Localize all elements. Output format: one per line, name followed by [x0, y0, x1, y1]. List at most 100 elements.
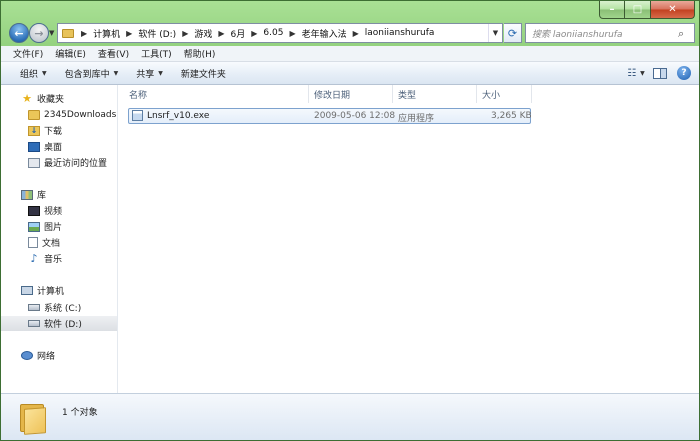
chevron-right-icon[interactable]: ▶	[78, 29, 90, 38]
include-in-library-label: 包含到库中	[64, 69, 110, 80]
chevron-right-icon[interactable]: ▶	[350, 29, 362, 38]
breadcrumb-605[interactable]: 6.05	[260, 28, 286, 38]
file-list-pane[interactable]: 名称 修改日期 类型 大小 Lnsrf_v10.exe 2009-05-06 1…	[119, 85, 699, 393]
folder-icon	[28, 109, 40, 120]
nav-item-recent-places[interactable]: 最近访问的位置	[1, 155, 117, 170]
nav-item-label: 系统 (C:)	[44, 304, 82, 314]
nav-item-documents[interactable]: 文档	[1, 235, 117, 250]
nav-item-videos[interactable]: 视频	[1, 203, 117, 218]
item-count: 1 个对象	[62, 408, 98, 418]
maximize-icon: □	[632, 4, 643, 15]
file-size: 3,265 KB	[491, 111, 532, 121]
file-modified-date: 2009-05-06 12:08	[314, 111, 396, 121]
breadcrumb-computer[interactable]: 计算机	[90, 27, 123, 40]
view-options-button[interactable]: ☷ ▼	[627, 65, 645, 81]
chevron-down-icon: ▼	[158, 69, 163, 77]
preview-pane-icon	[653, 67, 667, 79]
address-history-dropdown[interactable]: ▼	[488, 24, 502, 42]
menu-edit[interactable]: 编辑(E)	[49, 47, 92, 60]
recent-pages-dropdown[interactable]: ▼	[49, 29, 57, 37]
column-header-label: 修改日期	[314, 90, 351, 101]
file-name: Lnsrf_v10.exe	[147, 111, 210, 121]
organize-button[interactable]: 组织 ▼	[11, 67, 56, 80]
nav-item-label: 音乐	[44, 255, 63, 265]
chevron-down-icon: ▼	[49, 29, 55, 37]
search-icon[interactable]: ⌕	[678, 27, 690, 40]
hard-drive-icon	[28, 304, 40, 311]
column-header-label: 大小	[482, 90, 501, 101]
network-icon	[21, 351, 33, 360]
organize-label: 组织	[20, 69, 39, 80]
breadcrumb-games[interactable]: 游戏	[191, 27, 215, 40]
hard-drive-icon	[28, 320, 40, 327]
address-bar[interactable]: ▶ 计算机 ▶ 软件 (D:) ▶ 游戏 ▶ 6月 ▶ 6.05 ▶ 老年输入法…	[57, 23, 503, 43]
nav-favorites-label: 收藏夹	[37, 95, 65, 105]
nav-network-label: 网络	[37, 352, 56, 362]
nav-network[interactable]: 网络	[1, 348, 117, 363]
share-label: 共享	[136, 69, 155, 80]
menu-tools[interactable]: 工具(T)	[135, 47, 178, 60]
video-icon	[28, 205, 40, 216]
chevron-right-icon[interactable]: ▶	[179, 29, 191, 38]
column-header-date-modified[interactable]: 修改日期	[309, 85, 393, 103]
chevron-right-icon[interactable]: ▶	[215, 29, 227, 38]
column-header-name[interactable]: 名称	[124, 85, 309, 103]
menu-file[interactable]: 文件(F)	[7, 47, 49, 60]
file-row[interactable]: Lnsrf_v10.exe 2009-05-06 12:08 应用程序 3,26…	[128, 108, 532, 124]
breadcrumb-june[interactable]: 6月	[228, 27, 249, 40]
menu-view[interactable]: 查看(V)	[92, 47, 135, 60]
help-button[interactable]: ?	[675, 65, 693, 81]
include-in-library-button[interactable]: 包含到库中 ▼	[56, 67, 128, 80]
forward-button[interactable]: →	[29, 23, 49, 43]
search-input[interactable]: 搜索 laoniianshurufa ⌕	[525, 23, 695, 43]
chevron-right-icon[interactable]: ▶	[286, 29, 298, 38]
preview-pane-button[interactable]	[651, 65, 669, 81]
title-bar: – □ ✕	[1, 1, 699, 23]
column-header-type[interactable]: 类型	[393, 85, 477, 103]
nav-item-drive-d[interactable]: 软件 (D:)	[1, 316, 117, 331]
back-button[interactable]: ←	[9, 23, 29, 43]
details-pane: 1 个对象	[1, 393, 699, 440]
maximize-button[interactable]: □	[625, 1, 651, 19]
nav-item-drive-c[interactable]: 系统 (C:)	[1, 300, 117, 315]
search-placeholder: 搜索 laoniianshurufa	[532, 29, 623, 40]
nav-item-downloads[interactable]: ↓ 下载	[1, 123, 117, 138]
share-button[interactable]: 共享 ▼	[127, 67, 172, 80]
chevron-right-icon[interactable]: ▶	[248, 29, 260, 38]
recent-places-icon	[28, 157, 40, 168]
column-header-label: 类型	[398, 90, 417, 101]
nav-item-desktop[interactable]: 桌面	[1, 139, 117, 154]
nav-item-2345downloads[interactable]: 2345Downloads	[1, 107, 117, 122]
nav-favorites[interactable]: ★ 收藏夹	[1, 91, 117, 106]
chevron-down-icon: ▼	[42, 69, 47, 77]
nav-computer[interactable]: 计算机	[1, 283, 117, 298]
breadcrumb-current-folder[interactable]: laoniianshurufa	[362, 28, 438, 38]
navigation-pane[interactable]: ★ 收藏夹 2345Downloads ↓ 下载 桌面 最近访问的位置 库 视频…	[1, 85, 118, 393]
refresh-button[interactable]: ⟳	[504, 23, 522, 43]
nav-item-label: 桌面	[44, 143, 63, 153]
nav-item-label: 最近访问的位置	[44, 159, 108, 169]
breadcrumb-drive-d[interactable]: 软件 (D:)	[135, 27, 179, 40]
help-icon: ?	[677, 66, 691, 80]
nav-item-label: 2345Downloads	[44, 109, 117, 120]
breadcrumb-elderly-input[interactable]: 老年输入法	[299, 27, 350, 40]
nav-libraries[interactable]: 库	[1, 187, 117, 202]
column-header-size[interactable]: 大小	[477, 85, 532, 103]
nav-libraries-label: 库	[37, 191, 47, 201]
view-list-icon: ☷	[627, 67, 637, 79]
content-area: ★ 收藏夹 2345Downloads ↓ 下载 桌面 最近访问的位置 库 视频…	[1, 85, 699, 393]
nav-item-label: 下载	[44, 127, 63, 137]
nav-item-label: 视频	[44, 207, 63, 217]
star-icon: ★	[22, 92, 32, 105]
minimize-button[interactable]: –	[599, 1, 625, 19]
new-folder-button[interactable]: 新建文件夹	[172, 67, 235, 80]
nav-item-music[interactable]: ♪ 音乐	[1, 251, 117, 266]
menu-help[interactable]: 帮助(H)	[178, 47, 222, 60]
computer-icon	[21, 286, 33, 295]
nav-item-pictures[interactable]: 图片	[1, 219, 117, 234]
chevron-down-icon: ▼	[640, 69, 645, 77]
chevron-right-icon[interactable]: ▶	[123, 29, 135, 38]
close-button[interactable]: ✕	[651, 1, 695, 19]
desktop-icon	[28, 141, 40, 152]
toolbar-right-group: ☷ ▼ ?	[621, 65, 693, 81]
